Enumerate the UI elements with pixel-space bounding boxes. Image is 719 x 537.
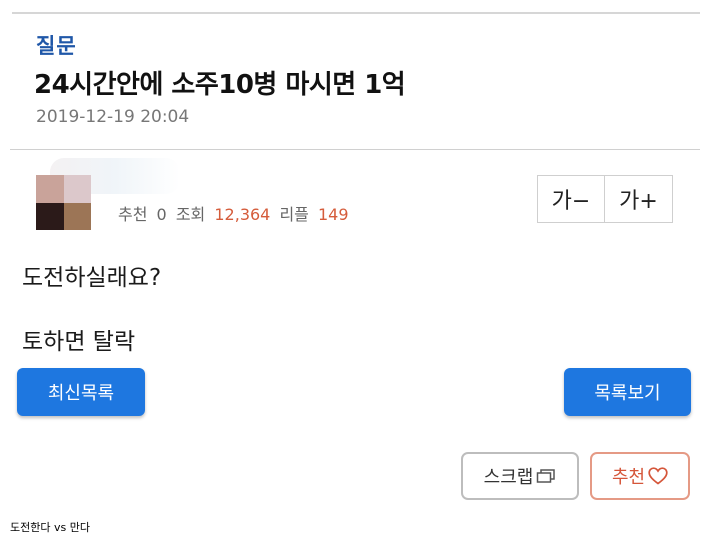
- avatar-tile: [36, 202, 64, 230]
- top-divider: [12, 12, 700, 14]
- replies-count: 149: [318, 205, 349, 224]
- font-size-controls: 가− 가+: [537, 175, 673, 223]
- recommend-count-label: 추천: [118, 205, 148, 224]
- post-stats: 추천 0 조회 12,364 리플 149: [118, 201, 353, 225]
- heart-outline-icon: [648, 467, 668, 485]
- avatar[interactable]: [36, 175, 91, 230]
- post-category: 질문: [36, 34, 77, 58]
- copy-icon: [536, 468, 556, 484]
- avatar-tile: [36, 175, 64, 203]
- post-date: 2019-12-19 20:04: [36, 107, 190, 127]
- recommend-button[interactable]: 추천: [590, 452, 690, 500]
- avatar-tile: [63, 175, 91, 203]
- views-label: 조회: [175, 205, 206, 224]
- scrap-button[interactable]: 스크랩: [461, 452, 579, 500]
- post-body-line: 도전하실래요?: [22, 265, 162, 291]
- recommend-count: 0: [156, 205, 167, 224]
- latest-list-button[interactable]: 최신목록: [17, 368, 145, 416]
- avatar-tile: [63, 202, 91, 230]
- recommend-button-label: 추천: [611, 467, 646, 488]
- scrap-button-label: 스크랩: [483, 467, 534, 488]
- post-title: 24시간안에 소주10병 마시면 1억: [34, 70, 406, 100]
- header-divider: [10, 149, 700, 150]
- font-increase-button[interactable]: 가+: [605, 175, 673, 223]
- view-list-button[interactable]: 목록보기: [564, 368, 691, 416]
- font-decrease-button[interactable]: 가−: [537, 175, 605, 223]
- post-body-line: 토하면 탈락: [22, 329, 136, 355]
- image-caption: 도전한다 vs 만다: [10, 521, 90, 534]
- views-count: 12,364: [214, 205, 271, 224]
- replies-label: 리플: [279, 205, 309, 224]
